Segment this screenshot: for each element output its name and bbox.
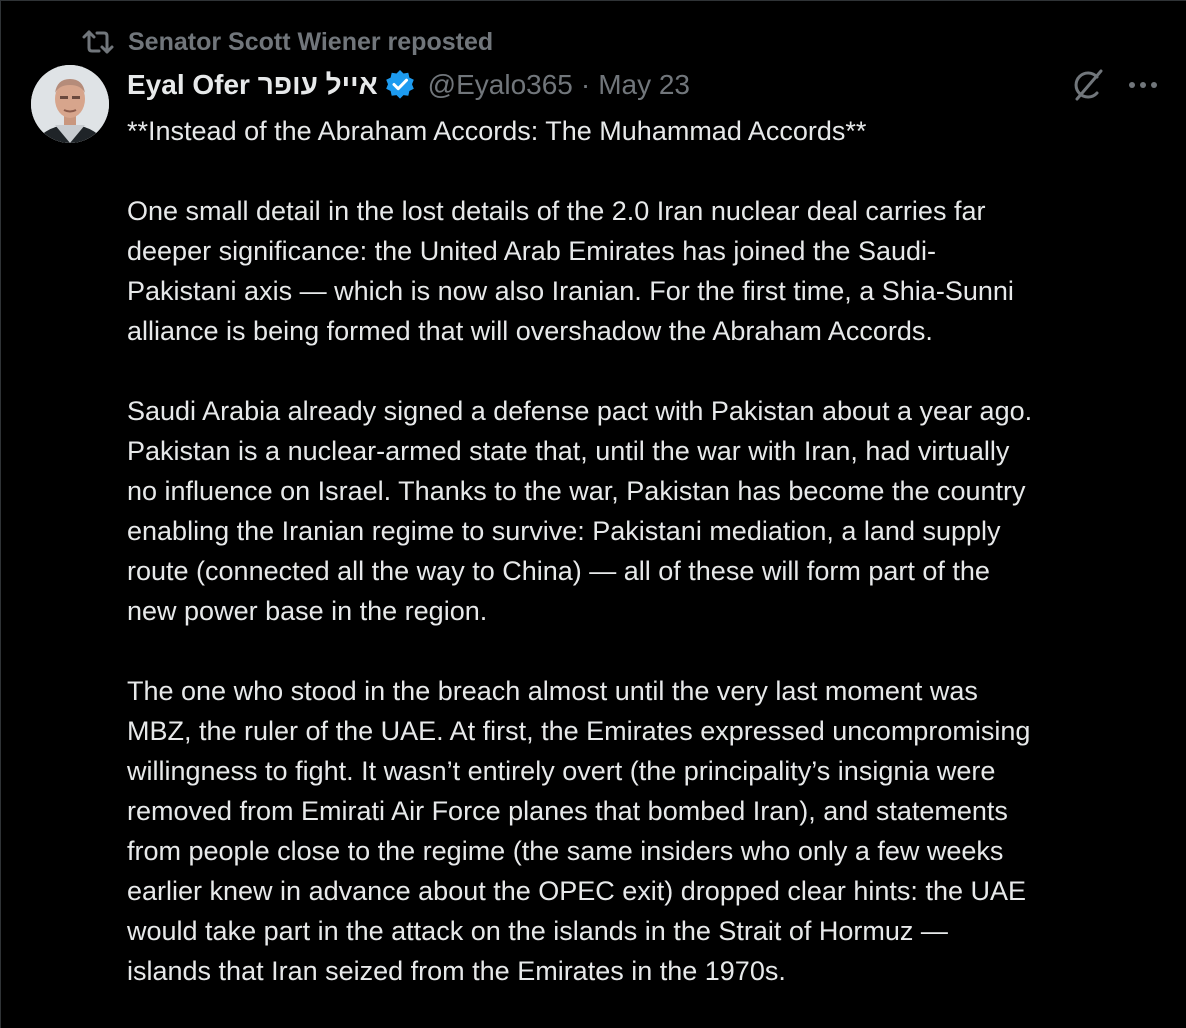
tweet-line: earlier knew in advance about the OPEC e… <box>127 876 1026 906</box>
more-options-icon[interactable] <box>1125 71 1161 99</box>
grok-icon[interactable] <box>1069 67 1107 103</box>
tweet-body: **Instead of the Abraham Accords: The Mu… <box>127 111 1177 991</box>
tweet-line: would take part in the attack on the isl… <box>127 916 948 946</box>
tweet-card[interactable]: Senator Scott Wiener reposted Eyal Ofer … <box>0 0 1186 1028</box>
author-handle[interactable]: @Eyalo365 <box>428 69 573 101</box>
tweet-line: willingness to fight. It wasn’t entirely… <box>127 756 996 786</box>
tweet-line: removed from Emirati Air Force planes th… <box>127 796 1008 826</box>
repost-icon <box>81 27 117 57</box>
separator-dot: · <box>580 69 591 100</box>
tweet-line: alliance is being formed that will overs… <box>127 316 933 346</box>
tweet-line: deeper significance: the United Arab Emi… <box>127 236 936 266</box>
tweet-headline: **Instead of the Abraham Accords: The Mu… <box>127 116 867 146</box>
tweet-line: Saudi Arabia already signed a defense pa… <box>127 396 1033 426</box>
tweet-line: Pakistani axis — which is now also Irani… <box>127 276 1014 306</box>
tweet-line: MBZ, the ruler of the UAE. At first, the… <box>127 716 1031 746</box>
post-date[interactable]: May 23 <box>598 69 690 101</box>
repost-label[interactable]: Senator Scott Wiener reposted <box>128 28 493 57</box>
tweet-line: One small detail in the lost details of … <box>127 196 986 226</box>
tweet-line: The one who stood in the breach almost u… <box>127 676 978 706</box>
tweet-line: islands that Iran seized from the Emirat… <box>127 956 786 986</box>
avatar-photo <box>31 65 109 143</box>
tweet-line: new power base in the region. <box>127 596 488 626</box>
repost-header[interactable]: Senator Scott Wiener reposted <box>81 27 493 57</box>
tweet-line: route (connected all the way to China) —… <box>127 556 990 586</box>
author-header: Eyal Ofer אייל עופר @Eyalo365 · May 23 <box>127 67 690 103</box>
tweet-line: no influence on Israel. Thanks to the wa… <box>127 476 1026 506</box>
tweet-line: enabling the Iranian regime to survive: … <box>127 516 1001 546</box>
avatar[interactable] <box>31 65 109 143</box>
tweet-line: from people close to the regime (the sam… <box>127 836 1004 866</box>
author-name[interactable]: Eyal Ofer אייל עופר <box>127 69 378 101</box>
verified-badge-icon[interactable] <box>384 69 416 101</box>
tweet-line: Pakistan is a nuclear-armed state that, … <box>127 436 1010 466</box>
